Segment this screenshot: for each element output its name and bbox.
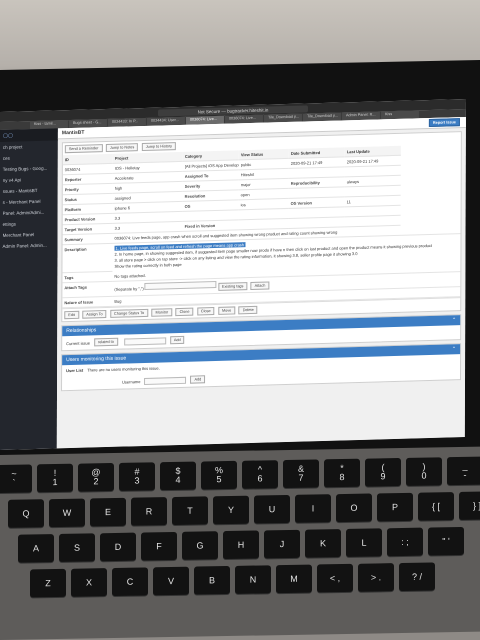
key[interactable]: @2 <box>78 463 114 492</box>
relation-select[interactable]: related to <box>93 337 118 347</box>
jump-history-button[interactable]: Jump to History <box>141 142 177 152</box>
key[interactable]: ! 1 <box>37 463 73 493</box>
existing-tags-select[interactable]: Existing tags <box>217 282 248 291</box>
monitoring-panel: Users monitoring this issue ⌃ User List … <box>61 343 462 392</box>
sidebar-item[interactable]: Admin Panel: Admin... <box>0 239 58 252</box>
key[interactable]: M <box>276 564 312 594</box>
change-status-button[interactable]: Change Status To <box>110 308 149 318</box>
key[interactable]: Q <box>8 499 44 528</box>
key[interactable]: K <box>305 529 341 558</box>
app-title: MantisBT <box>61 129 85 137</box>
key[interactable]: N <box>235 565 271 594</box>
key[interactable]: X <box>71 568 107 597</box>
key[interactable]: #3 <box>119 462 155 491</box>
glasses-icon[interactable]: ◯◯ <box>3 133 13 139</box>
add-relation-button[interactable]: Add <box>169 335 185 345</box>
keyboard-row-qwerty: Q W E R T Y U I O P { [ } ] <box>8 491 480 530</box>
keyboard-row-asdf: A S D F G H J K L : ; " ' <box>18 526 464 565</box>
key[interactable]: P <box>377 492 413 522</box>
attach-tags-label: Attach Tags <box>62 281 113 299</box>
key[interactable]: * 8 <box>324 458 360 488</box>
key[interactable]: O <box>336 493 372 523</box>
keyboard-row-zxcv: Z X C V B N M < , > . ? / <box>30 562 435 599</box>
jump-notes-button[interactable]: Jump to Notes <box>105 143 139 153</box>
attach-hint: (Separate by ",") <box>114 285 144 292</box>
key[interactable]: R <box>131 497 167 526</box>
nature-label: Nature of Issue <box>62 296 113 309</box>
delete-button[interactable]: Delete <box>238 305 258 315</box>
key[interactable]: G <box>182 531 218 560</box>
laptop-screen: Not Secure — bugtracker.hiteshit.in Kiss… <box>0 98 466 451</box>
no-monitors-text: There are no users monitoring this issue… <box>87 365 160 373</box>
key[interactable]: T <box>172 496 208 525</box>
key[interactable]: D <box>100 532 136 562</box>
add-monitor-button[interactable]: Add <box>190 375 206 384</box>
key[interactable]: Z <box>30 568 66 598</box>
username-input[interactable] <box>144 376 187 385</box>
send-reminder-button[interactable]: Send a Reminder <box>64 144 103 154</box>
key[interactable]: $4 <box>160 461 196 491</box>
issue-details-panel: Send a Reminder Jump to Notes Jump to Hi… <box>61 131 462 323</box>
relation-issue-input[interactable] <box>123 336 166 346</box>
key[interactable]: V <box>153 566 189 596</box>
current-issue-label: Current issue <box>66 339 90 346</box>
close-button[interactable]: Close <box>196 307 215 316</box>
description-label: Description <box>62 243 113 274</box>
key[interactable]: E <box>90 497 126 527</box>
key[interactable]: " ' <box>428 526 464 556</box>
key[interactable]: > . <box>358 563 394 592</box>
key[interactable]: ) 0 <box>406 457 442 486</box>
key[interactable]: { [ <box>418 492 454 521</box>
collapse-icon[interactable]: ⌃ <box>452 346 456 352</box>
key[interactable]: H <box>223 530 259 560</box>
key[interactable]: : ; <box>387 527 423 557</box>
monitor-button[interactable]: Monitor <box>151 308 173 317</box>
browser-sidebar: ◯◯ ch project ces Testing Bugs - Goog...… <box>0 128 58 451</box>
monitoring-title: Users monitoring this issue <box>66 355 127 364</box>
key[interactable]: C <box>112 567 148 597</box>
edit-button[interactable]: Edit <box>64 310 79 320</box>
key[interactable]: ^ 6 <box>242 460 278 489</box>
issue-header-grid: ID Project Category View Status Date Sub… <box>62 144 461 236</box>
laptop-keyboard: ~` !1 @2 #3 $4 %5 ^6 &7 *8 (9 )0 _- += Q… <box>0 446 480 640</box>
key[interactable]: S <box>59 533 95 562</box>
key[interactable]: J <box>264 529 300 559</box>
move-button[interactable]: Move <box>218 306 236 315</box>
collapse-icon[interactable]: ⌃ <box>452 317 456 323</box>
key[interactable]: ~ ` <box>0 464 32 494</box>
key[interactable]: U <box>254 494 290 524</box>
key[interactable]: W <box>49 498 85 528</box>
key[interactable]: A <box>18 534 54 563</box>
key[interactable]: L <box>346 528 382 557</box>
key[interactable]: % 5 <box>201 460 237 490</box>
key[interactable]: Y <box>213 495 249 525</box>
key[interactable]: & 7 <box>283 459 319 489</box>
username-label: Username <box>122 378 141 385</box>
key[interactable]: _ - <box>447 456 480 486</box>
report-issue-button[interactable]: Report Issue <box>428 118 460 128</box>
key[interactable]: } ] <box>459 491 480 520</box>
keyboard-row-numbers: ~` !1 @2 #3 $4 %5 ^6 &7 *8 (9 )0 _- += <box>0 456 480 495</box>
relationships-title: Relationships <box>66 327 97 335</box>
tag-input[interactable] <box>144 280 217 290</box>
key[interactable]: (9 <box>365 458 401 487</box>
user-list-label: User List <box>66 367 84 374</box>
key[interactable]: < , <box>317 563 353 593</box>
clone-button[interactable]: Clone <box>175 307 194 317</box>
assign-to-button[interactable]: Assign To <box>82 310 107 319</box>
attach-button[interactable]: Attach <box>250 281 270 291</box>
key[interactable]: I <box>295 494 331 523</box>
mantis-main: MantisBT Report Issue Send a Reminder Ju… <box>56 116 466 449</box>
key[interactable]: F <box>141 531 177 561</box>
key[interactable]: ? / <box>399 562 435 592</box>
key[interactable]: B <box>194 565 230 595</box>
